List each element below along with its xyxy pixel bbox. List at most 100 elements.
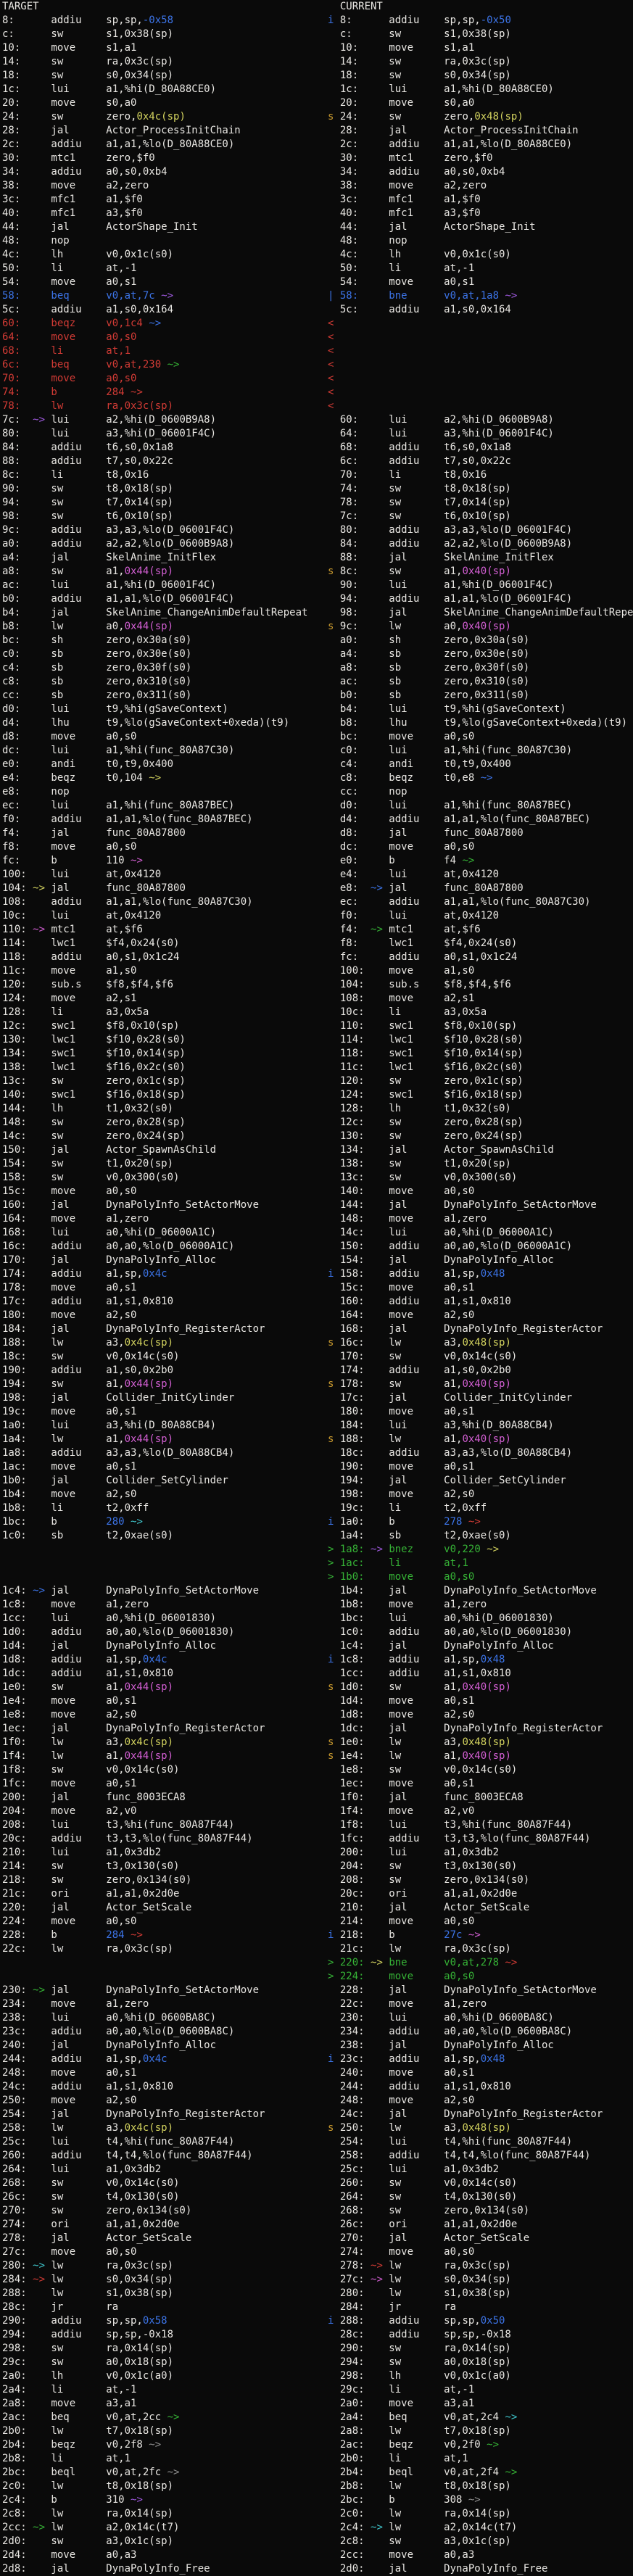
target-line: 280: ~> lw ra,0x3c(sp)	[0, 2259, 328, 2273]
target-line: c8: sb zero,0x310(s0)	[0, 675, 328, 689]
current-line: 210: jal Actor_SetScale	[328, 1901, 633, 1915]
asm-token: ~>	[131, 1516, 143, 1528]
asm-diff-row: c0: sb zero,0x30e(s0) a4: sb zero,0x30e(…	[0, 647, 633, 661]
current-line: s 1d0: sw a1,0x40(sp)	[328, 1681, 633, 1694]
asm-diff-row: 1ec: jal DynaPolyInfo_RegisterActor 1dc:…	[0, 1722, 633, 1736]
asm-diff-row: 118: addiu a0,s1,0x1c24 fc: addiu a0,s1,…	[0, 951, 633, 964]
asm-diff-row: cc: sb zero,0x311(s0) b0: sb zero,0x311(…	[0, 689, 633, 703]
asm-token: bne v0,at,278	[389, 1957, 499, 1968]
asm-token: ~>	[481, 772, 493, 784]
current-line: 13c: sw v0,0x300(s0)	[328, 1171, 633, 1185]
target-line: 208: lui t3,%hi(func_80A87F44)	[0, 1818, 328, 1832]
asm-token: i	[328, 2315, 334, 2327]
asm-diff-row: d0: lui t9,%hi(gSaveContext) b4: lui t9,…	[0, 703, 633, 716]
target-line: 20: move s0,a0	[0, 96, 328, 110]
target-line: 244: addiu a1,sp,0x4c	[0, 2053, 328, 2066]
asm-token: ~>	[33, 2522, 45, 2533]
current-line: 114: lwc1 $f10,0x28(s0)	[328, 1033, 633, 1047]
asm-diff-row: 64: move a0,s0<	[0, 331, 633, 344]
asm-diff-row: 178: move a0,s1 15c: move a0,s1	[0, 1281, 633, 1295]
asm-diff-row: > 1a8: ~> bnez v0,220 ~>	[0, 1543, 633, 1557]
target-line: 24: sw zero,0x4c(sp)	[0, 110, 328, 124]
target-line: 22c: lw ra,0x3c(sp)	[0, 1942, 328, 1956]
asm-diff-row: 198: jal Collider_InitCylinder 17c: jal …	[0, 1391, 633, 1405]
target-line: 18c: sw v0,0x14c(s0)	[0, 1350, 328, 1364]
asm-diff-row: 110: ~> mtc1 at,$f6 f4: ~> mtc1 at,$f6	[0, 923, 633, 937]
target-line	[0, 1543, 328, 1557]
target-line: dc: lui a1,%hi(func_80A87C30)	[0, 744, 328, 758]
current-line: <	[328, 331, 633, 344]
target-line: 220: jal Actor_SetScale	[0, 1901, 328, 1915]
target-line: 34: addiu a0,s0,0xb4	[0, 165, 328, 179]
asm-token: ~>	[487, 1544, 499, 1555]
asm-token: 0x40(sp)	[462, 621, 510, 632]
target-line: 134: swc1 $f10,0x14(sp)	[0, 1047, 328, 1061]
current-line: 124: swc1 $f16,0x18(sp)	[328, 1088, 633, 1102]
asm-diff-row: fc: b 110 ~> e0: b f4 ~>	[0, 854, 633, 868]
asm-diff-row: 280: ~> lw ra,0x3c(sp) 278: ~> lw ra,0x3…	[0, 2259, 633, 2273]
asm-token: 0x58	[143, 2315, 167, 2327]
target-line: 268: sw v0,0x14c(s0)	[0, 2177, 328, 2190]
asm-diff-row: 16c: addiu a0,a0,%lo(D_06000A1C) 150: ad…	[0, 1240, 633, 1254]
current-line: 238: jal DynaPolyInfo_Alloc	[328, 2039, 633, 2053]
current-line: > 1b0: move a0,s0	[328, 1570, 633, 1584]
target-line: 64: move a0,s0	[0, 331, 328, 344]
current-line: 228: jal DynaPolyInfo_SetActorMove	[328, 1984, 633, 1997]
target-line: 13c: sw zero,0x1c(sp)	[0, 1074, 328, 1088]
current-line: 1b4: jal DynaPolyInfo_SetActorMove	[328, 1584, 633, 1598]
asm-token: ~>	[468, 1929, 481, 1941]
current-line: 98: jal SkelAnime_ChangeAnimDefaultRepea…	[328, 606, 633, 620]
current-line: e4: lui at,0x4120	[328, 868, 633, 882]
asm-token: ~>	[462, 855, 474, 866]
target-line: 2a0: lh v0,0x1c(a0)	[0, 2369, 328, 2383]
asm-token: ~>	[33, 1984, 45, 1996]
current-line: 68: addiu t6,s0,0x1a8	[328, 441, 633, 455]
target-line: 154: sw t1,0x20(sp)	[0, 1157, 328, 1171]
target-line: 204: move a2,v0	[0, 1805, 328, 1818]
asm-token: s	[328, 566, 334, 577]
current-line: i 218: b 27c ~>	[328, 1929, 633, 1942]
current-line: i 158: addiu a1,sp,0x48	[328, 1267, 633, 1281]
current-line: <	[328, 386, 633, 399]
asm-diff-row: e4: beqz t0,104 ~> c8: beqz t0,e8 ~>	[0, 771, 633, 785]
current-line: 140: move a0,s0	[328, 1185, 633, 1198]
target-line: 1ec: jal DynaPolyInfo_RegisterActor	[0, 1722, 328, 1736]
target-line: 234: move a1,zero	[0, 1997, 328, 2011]
current-line: ac: sb zero,0x310(s0)	[328, 675, 633, 689]
asm-token: ~>	[505, 2411, 517, 2423]
target-line: 10c: lui at,0x4120	[0, 909, 328, 923]
asm-diff-row: 2ac: beq v0,at,2cc ~> 2a4: beq v0,at,2c4…	[0, 2411, 633, 2424]
current-line: 20c: ori a1,a1,0x2d0e	[328, 1887, 633, 1901]
asm-diff-row: 248: move a0,s1 240: move a0,s1	[0, 2066, 633, 2080]
asm-diff-row: 28c: jr ra 284: jr ra	[0, 2300, 633, 2314]
asm-token: 70: move a0,s0	[2, 373, 136, 384]
asm-token: 0x40(sp)	[462, 1378, 510, 1390]
target-line: 264: lui a1,0x3db2	[0, 2163, 328, 2177]
target-line: 23c: addiu a0,a0,%lo(D_0600BA8C)	[0, 2025, 328, 2039]
target-line: 100: lui at,0x4120	[0, 868, 328, 882]
asm-diff-row: 68: li at,1<	[0, 344, 633, 358]
diff-rows: 8: addiu sp,sp,-0x58i 8: addiu sp,sp,-0x…	[0, 14, 633, 2576]
asm-diff-row: 13c: sw zero,0x1c(sp) 120: sw zero,0x1c(…	[0, 1074, 633, 1088]
asm-token: i	[328, 1268, 334, 1280]
current-line: 3c: mfc1 a1,$f0	[328, 193, 633, 207]
current-line: 1c: lui a1,%hi(D_80A88CE0)	[328, 83, 633, 96]
current-line: 160: addiu a1,s1,0x810	[328, 1295, 633, 1309]
asm-diff-row: 27c: move a0,s0 274: move a0,s0	[0, 2245, 633, 2259]
current-line: 2a0: move a3,a1	[328, 2397, 633, 2411]
target-line: 180: move a2,s0	[0, 1309, 328, 1322]
current-line: 28c: addiu sp,sp,-0x18	[328, 2328, 633, 2342]
asm-token: 0x4c(sp)	[125, 1736, 173, 1748]
current-line: 2cc: move a0,a3	[328, 2548, 633, 2562]
asm-token: ~>	[149, 772, 161, 784]
asm-diff-row: 1a8: addiu a3,a3,%lo(D_80A88CB4) 18c: ad…	[0, 1446, 633, 1460]
current-line: 2a4: beq v0,at,2c4 ~>	[328, 2411, 633, 2424]
target-line: 18: sw s0,0x34(sp)	[0, 69, 328, 83]
current-line: s 16c: lw a3,0x48(sp)	[328, 1336, 633, 1350]
asm-token: 0x44(sp)	[125, 1433, 173, 1445]
target-line: 140: swc1 $f16,0x18(sp)	[0, 1088, 328, 1102]
asm-diff-row: 2d8: jal DynaPolyInfo_Free 2d0: jal Dyna…	[0, 2562, 633, 2576]
asm-diff-row: 290: addiu sp,sp,0x58i 288: addiu sp,sp,…	[0, 2314, 633, 2328]
target-line: 30: mtc1 zero,$f0	[0, 152, 328, 165]
asm-diff-row: 1c4: ~> jal DynaPolyInfo_SetActorMove 1b…	[0, 1584, 633, 1598]
